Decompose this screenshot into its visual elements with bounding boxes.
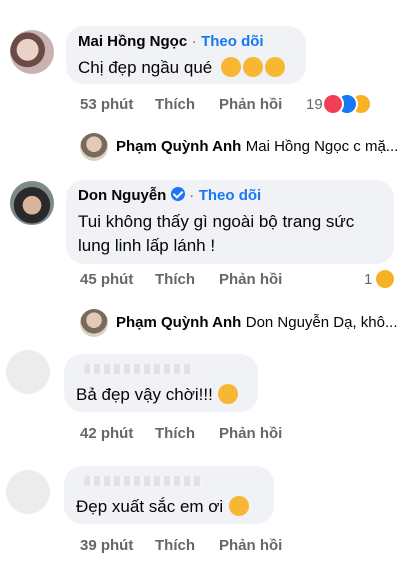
- comment-time: 39 phút: [80, 537, 134, 554]
- reply-button[interactable]: Phản hồi: [219, 537, 282, 554]
- reply-preview-text: Don Nguyễn Dạ, khô...: [245, 314, 398, 331]
- reply-preview[interactable]: Phạm Quỳnh Anh Don Nguyễn Dạ, khô...: [116, 314, 398, 332]
- redacted-author: [84, 364, 194, 374]
- like-button[interactable]: Thích: [155, 96, 195, 113]
- reply-button[interactable]: Phản hồi: [219, 425, 282, 442]
- separator-dot: ·: [191, 33, 197, 50]
- comment-text: Đẹp xuất sắc em ơi: [76, 497, 224, 516]
- avatar-hidden[interactable]: [6, 470, 50, 514]
- comment-text-line-1: Tui không thấy gì ngoài bộ trang sức: [78, 212, 355, 231]
- reply-author[interactable]: Phạm Quỳnh Anh: [116, 138, 241, 155]
- redacted-author: [84, 476, 204, 486]
- reply-button[interactable]: Phản hồi: [219, 96, 282, 113]
- comment-author[interactable]: Mai Hồng Ngọc: [78, 33, 187, 50]
- avatar-hidden[interactable]: [6, 350, 50, 394]
- cat-emoji-icon: [220, 57, 241, 77]
- like-button[interactable]: Thích: [155, 271, 195, 288]
- like-button[interactable]: Thích: [155, 537, 195, 554]
- comment-text: Bả đẹp vậy chời!!!: [76, 385, 213, 404]
- comment-bubble: Mai Hồng Ngọc · Theo dõi Chị đẹp ngầu qu…: [66, 26, 306, 84]
- reaction-count[interactable]: 1: [364, 271, 372, 288]
- reply-preview[interactable]: Phạm Quỳnh Anh Mai Hồng Ngọc c mặ...: [116, 138, 398, 156]
- haha-reaction-icon: [374, 268, 396, 290]
- avatar-mai-hong-ngoc[interactable]: [10, 30, 54, 74]
- comment-text-line-2: lung linh lấp lánh !: [78, 236, 216, 255]
- separator-dot: ·: [189, 187, 195, 204]
- comment-time: 45 phút: [80, 271, 134, 288]
- avatar-pham-quynh-anh[interactable]: [80, 309, 108, 337]
- follow-button[interactable]: Theo dõi: [201, 33, 264, 50]
- comment-text: Chị đẹp ngầu qué: [78, 58, 213, 77]
- comment-author[interactable]: Don Nguyễn: [78, 187, 166, 204]
- comment-time: 53 phút: [80, 96, 134, 113]
- heart-reaction-icon: [322, 93, 344, 115]
- reply-author[interactable]: Phạm Quỳnh Anh: [116, 314, 241, 331]
- verified-badge-icon: [170, 187, 185, 201]
- like-button[interactable]: Thích: [155, 425, 195, 442]
- comment-time: 42 phút: [80, 425, 134, 442]
- avatar-pham-quynh-anh[interactable]: [80, 133, 108, 161]
- cat-emoji-icon: [217, 57, 285, 78]
- comment-bubble: Bả đẹp vậy chời!!!: [64, 354, 258, 412]
- cat-emoji-icon: [264, 57, 285, 77]
- avatar-don-nguyen[interactable]: [10, 181, 54, 225]
- cat-emoji-icon: [242, 57, 263, 77]
- comment-bubble: Don Nguyễn · Theo dõi Tui không thấy gì …: [66, 180, 394, 264]
- follow-button[interactable]: Theo dõi: [199, 187, 262, 204]
- reply-button[interactable]: Phản hồi: [219, 271, 282, 288]
- reply-preview-text: Mai Hồng Ngọc c mặ...: [245, 138, 399, 155]
- smiling-hearts-emoji-icon: [228, 496, 249, 516]
- reaction-count[interactable]: 19: [306, 96, 323, 113]
- comment-bubble: Đẹp xuất sắc em ơi: [64, 466, 274, 524]
- heart-eyes-emoji-icon: [218, 384, 239, 404]
